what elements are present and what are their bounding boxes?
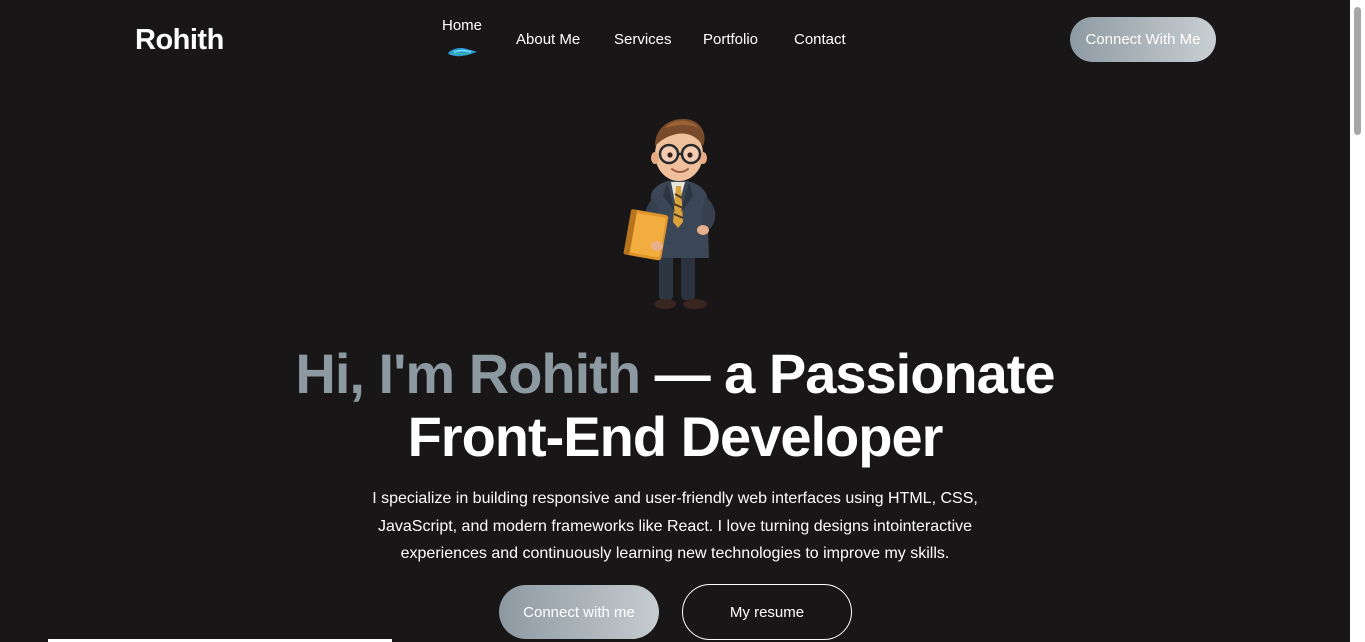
my-resume-button[interactable]: My resume xyxy=(682,584,852,640)
page-scrollbar[interactable] xyxy=(1350,0,1365,642)
developer-avatar-icon xyxy=(623,119,716,309)
hero-headline-line2: Front-End Developer xyxy=(407,405,944,468)
hero-headline-line1: Hi, I'm Rohith — a Passionate xyxy=(0,343,1350,405)
nav-home[interactable]: Home xyxy=(442,17,482,34)
headline-name: Hi, I'm Rohith xyxy=(295,342,641,405)
headline-tagline: — a Passionate xyxy=(640,342,1056,405)
nav-contact[interactable]: Contact xyxy=(794,31,846,48)
nav-portfolio[interactable]: Portfolio xyxy=(703,31,758,48)
connect-with-me-button[interactable]: Connect With Me xyxy=(1070,17,1216,62)
nav-services[interactable]: Services xyxy=(614,31,672,48)
intro-line-2: JavaScript, and modern frameworks like R… xyxy=(377,517,973,535)
hero-intro: I specialize in building responsive and … xyxy=(330,485,1020,568)
active-brush-indicator-icon xyxy=(448,48,477,57)
intro-line-1: I specialize in building responsive and … xyxy=(372,490,978,507)
site-logo[interactable]: Rohith xyxy=(135,24,224,57)
nav-about[interactable]: About Me xyxy=(516,31,580,48)
intro-line-3: experiences and continuously learning ne… xyxy=(400,545,950,562)
scrollbar-thumb[interactable] xyxy=(1354,7,1361,135)
connect-with-me-cta[interactable]: Connect with me xyxy=(499,585,659,639)
page: Rohith Home About Me Services Portfolio … xyxy=(0,0,1365,642)
